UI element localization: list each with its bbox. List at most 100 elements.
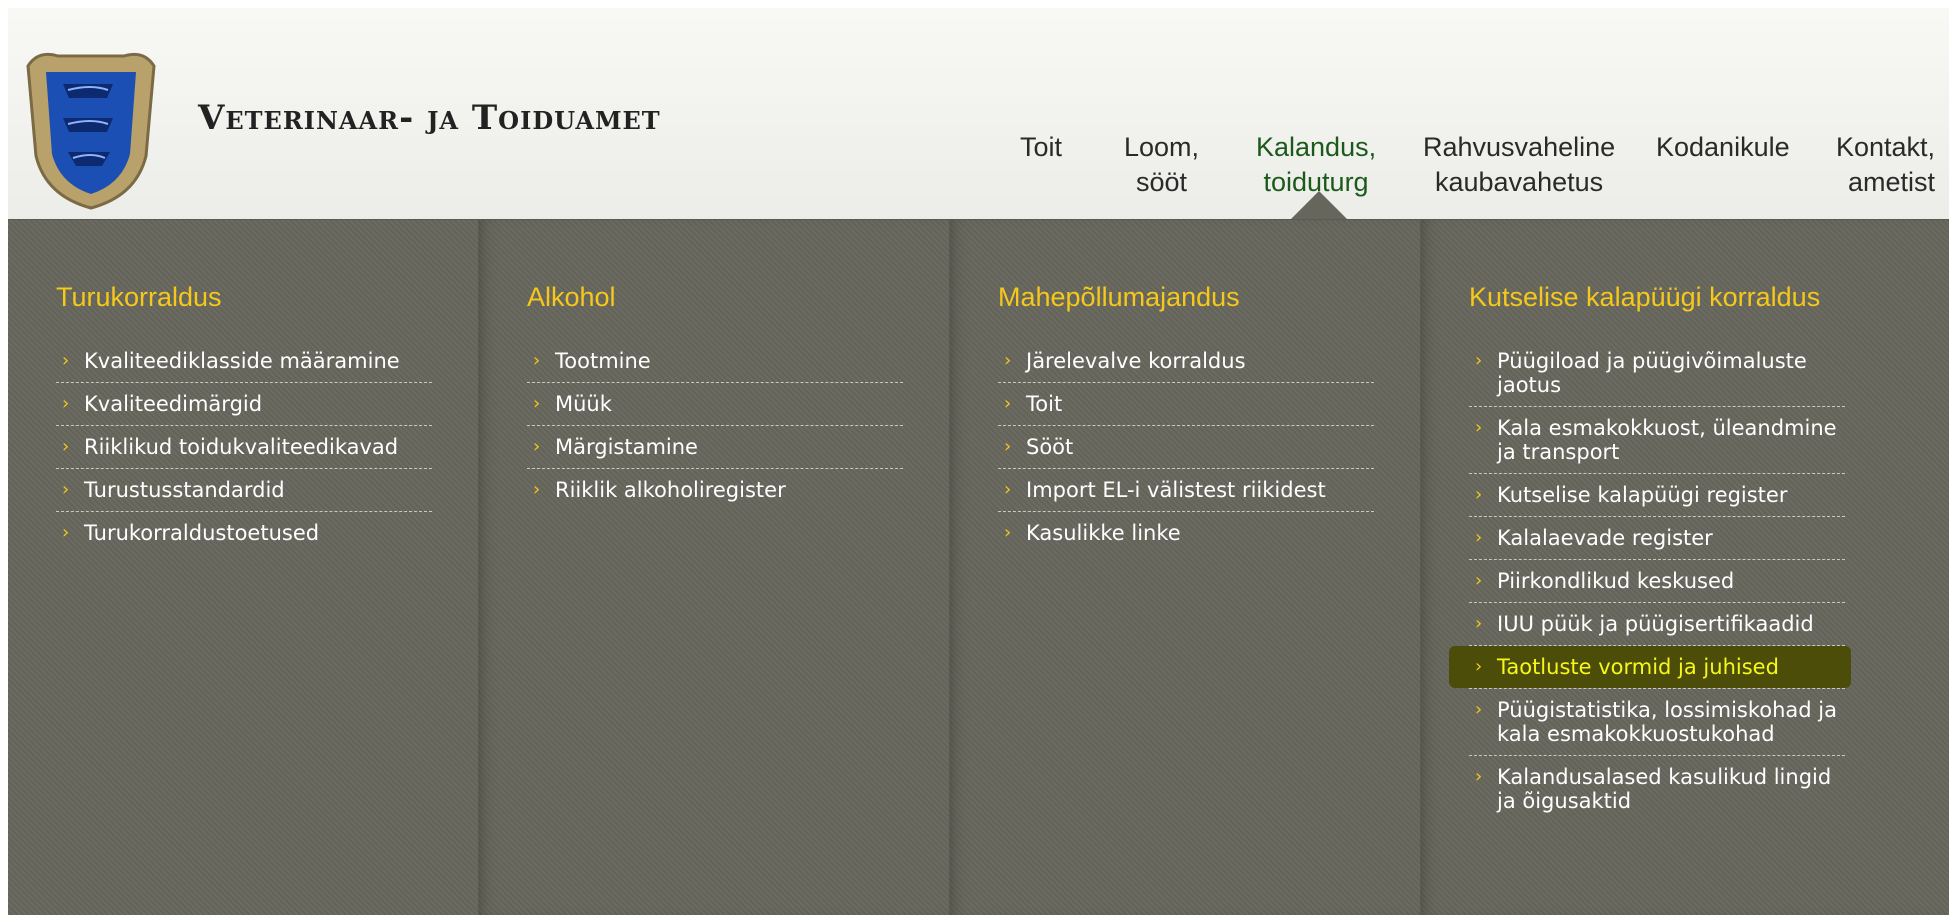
nav-label: sööt <box>1136 167 1188 197</box>
site-header: Veterinaar- ja Toiduamet Toit Loom, sööt… <box>8 8 1949 220</box>
menu-link-label: Import EL-i välistest riikidest <box>1026 478 1326 502</box>
chevron-right-icon: › <box>1004 436 1012 457</box>
column-title[interactable]: Turukorraldus <box>56 282 222 313</box>
chevron-right-icon: › <box>533 393 541 414</box>
menu-link-item[interactable]: › Sööt <box>998 426 1374 469</box>
menu-link-item[interactable]: › Taotluste vormid ja juhised <box>1449 646 1851 689</box>
menu-column-turukorraldus: Turukorraldus › Kvaliteediklasside määram… <box>8 220 478 915</box>
chevron-right-icon: › <box>1475 656 1483 677</box>
menu-link-label: Märgistamine <box>555 435 698 459</box>
main-nav: Toit Loom, sööt Kalandus, toiduturg Rahv… <box>8 120 1949 220</box>
menu-column-alkohol: Alkohol › Tootmine › Müük › Märgistamine › Riik… <box>478 220 949 915</box>
menu-link-label: Müük <box>555 392 612 416</box>
chevron-right-icon: › <box>62 350 70 371</box>
menu-link-item[interactable]: › Tootmine <box>527 340 903 383</box>
menu-link-label: Piirkondlikud keskused <box>1497 569 1735 593</box>
menu-link-item[interactable]: › Märgistamine <box>527 426 903 469</box>
chevron-right-icon: › <box>1004 479 1012 500</box>
menu-link-label: Toit <box>1026 392 1063 416</box>
menu-link-label: Tootmine <box>555 349 651 373</box>
nav-label: Kalandus, <box>1256 132 1377 162</box>
menu-link-item[interactable]: › IUU püük ja püügisertifikaadid <box>1469 603 1845 646</box>
menu-link-label: Kalandusalased kasulikud lingid ja õigus… <box>1497 765 1832 813</box>
menu-column-kutselise-kalapuugi-korraldus: Kutselise kalapüügi korraldus › Püügiload… <box>1420 220 1949 915</box>
page-frame: Veterinaar- ja Toiduamet Toit Loom, sööt… <box>8 8 1949 915</box>
nav-label: Rahvusvaheline <box>1423 132 1616 162</box>
menu-link-label: Taotluste vormid ja juhised <box>1497 655 1779 679</box>
chevron-right-icon: › <box>1475 613 1483 634</box>
column-link-list: › Järelevalve korraldus › Toit › Sööt › Import … <box>998 340 1374 554</box>
column-title[interactable]: Alkohol <box>527 282 616 313</box>
nav-item-kodanikule[interactable]: Kodanikule <box>1656 130 1790 165</box>
nav-label: Toit <box>1020 132 1063 162</box>
nav-label: Kodanikule <box>1656 132 1790 162</box>
chevron-right-icon: › <box>62 436 70 457</box>
menu-link-item[interactable]: › Püügistatistika, lossimiskohad ja kala … <box>1469 689 1845 756</box>
nav-label: Kontakt, <box>1836 132 1936 162</box>
chevron-right-icon: › <box>533 479 541 500</box>
chevron-right-icon: › <box>1475 699 1483 720</box>
menu-link-label: Riiklikud toidukvaliteedikavad <box>84 435 399 459</box>
menu-link-label: Sööt <box>1026 435 1074 459</box>
menu-link-label: Püügiload ja püügivõimaluste jaotus <box>1497 349 1807 397</box>
nav-item-kontakt-ametist[interactable]: Kontakt, ametist <box>1836 130 1935 200</box>
chevron-right-icon: › <box>62 393 70 414</box>
column-title[interactable]: Kutselise kalapüügi korraldus <box>1469 282 1820 313</box>
menu-link-item[interactable]: › Kalalaevade register <box>1469 517 1845 560</box>
active-nav-caret-icon <box>1291 191 1347 219</box>
nav-label: Loom, <box>1124 132 1200 162</box>
menu-link-label: Kasulikke linke <box>1026 521 1181 545</box>
chevron-right-icon: › <box>1004 393 1012 414</box>
nav-item-toit[interactable]: Toit <box>1020 130 1062 165</box>
menu-link-label: Kvaliteedimärgid <box>84 392 263 416</box>
menu-link-item[interactable]: › Kalandusalased kasulikud lingid ja õigu… <box>1469 756 1845 822</box>
column-link-list: › Tootmine › Müük › Märgistamine › Riiklik alko… <box>527 340 903 511</box>
nav-item-loom-soot[interactable]: Loom, sööt <box>1124 130 1199 200</box>
menu-link-item[interactable]: › Turustusstandardid <box>56 469 432 512</box>
menu-link-item[interactable]: › Kvaliteedimärgid <box>56 383 432 426</box>
chevron-right-icon: › <box>1004 350 1012 371</box>
chevron-right-icon: › <box>62 522 70 543</box>
column-title[interactable]: Mahepõllumajandus <box>998 282 1240 313</box>
nav-label: kaubavahetus <box>1434 167 1604 197</box>
menu-link-item[interactable]: › Riiklik alkoholiregister <box>527 469 903 511</box>
column-link-list: › Kvaliteediklasside määramine › Kvaliteedi… <box>56 340 432 554</box>
menu-column-mahepollumajandus: Mahepõllumajandus › Järelevalve korraldus… <box>949 220 1420 915</box>
chevron-right-icon: › <box>1475 527 1483 548</box>
nav-item-kalandus-toiduturg[interactable]: Kalandus, toiduturg <box>1245 122 1388 208</box>
menu-link-item[interactable]: › Turukorraldustoetused <box>56 512 432 554</box>
menu-link-label: Kutselise kalapüügi register <box>1497 483 1788 507</box>
menu-link-item[interactable]: › Järelevalve korraldus <box>998 340 1374 383</box>
menu-link-label: Kalalaevade register <box>1497 526 1713 550</box>
menu-link-label: Turukorraldustoetused <box>84 521 320 545</box>
menu-link-item[interactable]: › Import EL-i välistest riikidest <box>998 469 1374 512</box>
nav-item-rahvusvaheline-kaubavahetus[interactable]: Rahvusvaheline kaubavahetus <box>1423 130 1615 200</box>
mega-menu-panel: Turukorraldus › Kvaliteediklasside määram… <box>8 219 1949 915</box>
menu-link-item[interactable]: › Piirkondlikud keskused <box>1469 560 1845 603</box>
menu-link-label: Kvaliteediklasside määramine <box>84 349 400 373</box>
menu-link-item[interactable]: › Kala esmakokkuost, üleandmine ja transp… <box>1469 407 1845 474</box>
chevron-right-icon: › <box>1004 522 1012 543</box>
menu-link-item[interactable]: › Müük <box>527 383 903 426</box>
menu-link-item[interactable]: › Püügiload ja püügivõimaluste jaotus <box>1469 340 1845 407</box>
menu-link-label: IUU püük ja püügisertifikaadid <box>1497 612 1814 636</box>
chevron-right-icon: › <box>1475 350 1483 371</box>
menu-link-item[interactable]: › Riiklikud toidukvaliteedikavad <box>56 426 432 469</box>
menu-link-item[interactable]: › Kvaliteediklasside määramine <box>56 340 432 383</box>
column-link-list: › Püügiload ja püügivõimaluste jaotus › Kal… <box>1449 340 1851 822</box>
chevron-right-icon: › <box>1475 766 1483 787</box>
chevron-right-icon: › <box>62 479 70 500</box>
chevron-right-icon: › <box>1475 484 1483 505</box>
menu-link-item[interactable]: › Toit <box>998 383 1374 426</box>
menu-link-label: Kala esmakokkuost, üleandmine ja transpo… <box>1497 416 1837 464</box>
menu-link-label: Püügistatistika, lossimiskohad ja kala e… <box>1497 698 1837 746</box>
chevron-right-icon: › <box>1475 417 1483 438</box>
chevron-right-icon: › <box>533 436 541 457</box>
menu-link-item[interactable]: › Kutselise kalapüügi register <box>1469 474 1845 517</box>
menu-link-item[interactable]: › Kasulikke linke <box>998 512 1374 554</box>
nav-label: ametist <box>1848 167 1936 197</box>
chevron-right-icon: › <box>533 350 541 371</box>
menu-link-label: Turustusstandardid <box>84 478 285 502</box>
menu-link-label: Riiklik alkoholiregister <box>555 478 786 502</box>
chevron-right-icon: › <box>1475 570 1483 591</box>
